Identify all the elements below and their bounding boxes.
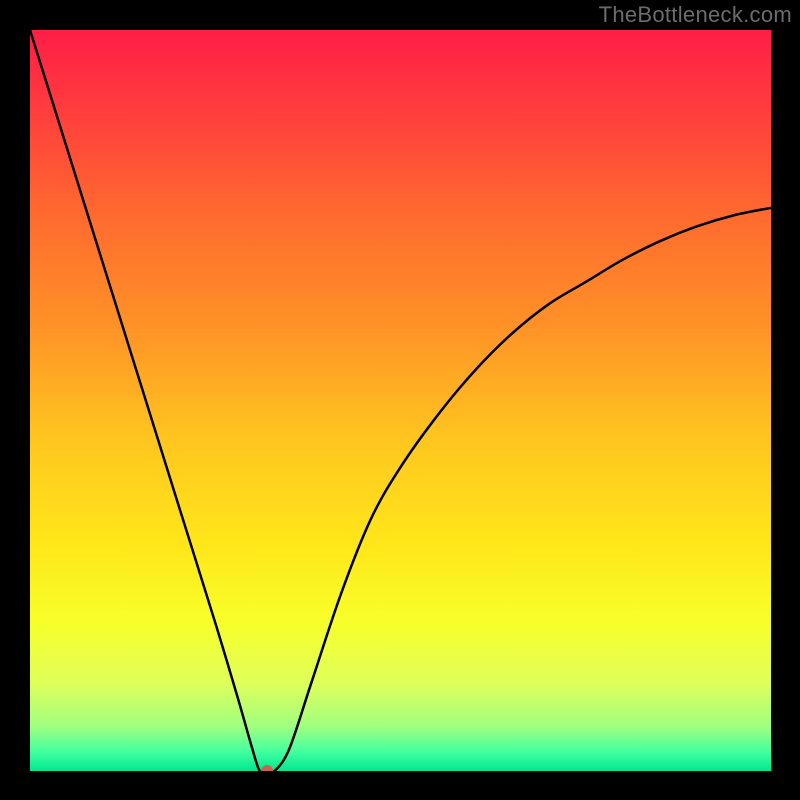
optimal-point-marker bbox=[261, 765, 273, 771]
bottleneck-curve bbox=[30, 30, 771, 771]
watermark-label: TheBottleneck.com bbox=[599, 2, 792, 28]
chart-frame: TheBottleneck.com bbox=[0, 0, 800, 800]
curve-layer bbox=[30, 30, 771, 771]
